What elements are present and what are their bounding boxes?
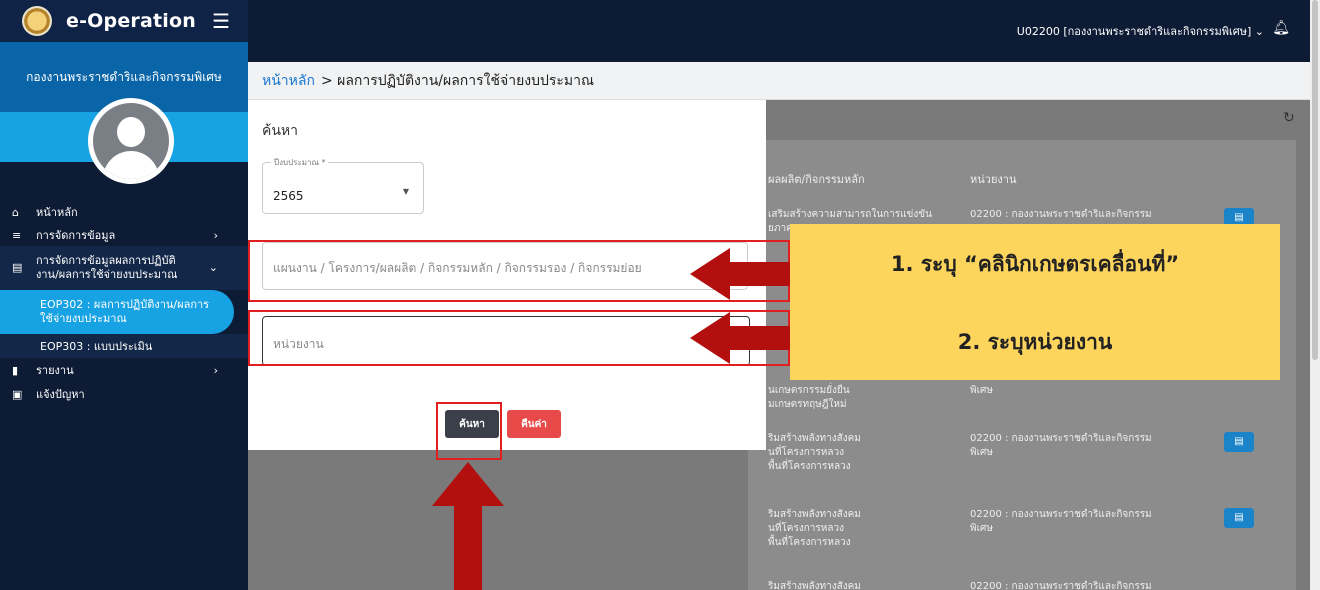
chevron-right-icon: › <box>213 363 218 377</box>
sidebar-item-label: การจัดการข้อมูล <box>36 229 116 242</box>
sidebar-item-label: EOP302 : ผลการปฏิบัติงาน/ผลการใช้จ่ายงบป… <box>40 298 210 325</box>
chevron-right-icon: › <box>213 228 218 242</box>
highlight-search-button <box>436 402 502 460</box>
sidebar: e-Operation ☰ กองงานพระราชดำริและกิจกรรม… <box>0 0 248 590</box>
sidebar-item-label: หน้าหลัก <box>36 206 78 219</box>
report-icon: ▮ <box>12 363 19 377</box>
caret-down-icon: ▼ <box>402 187 409 196</box>
scrollbar-thumb[interactable] <box>1312 0 1318 360</box>
logo <box>22 6 52 36</box>
bell-icon[interactable]: 🔔︎ <box>1272 20 1290 36</box>
sidebar-item-performance-data[interactable]: ▤ การจัดการข้อมูลผลการปฏิบัติงาน/ผลการใช… <box>0 246 248 290</box>
avatar <box>88 98 174 184</box>
annotation-note-2: 2. ระบุหน่วยงาน <box>790 304 1280 380</box>
breadcrumb-home[interactable]: หน้าหลัก <box>262 70 315 92</box>
year-select[interactable]: ปีงบประมาณ * 2565 ▼ <box>262 156 424 214</box>
scrollbar[interactable] <box>1310 0 1320 590</box>
sidebar-item-label: การจัดการข้อมูลผลการปฏิบัติงาน/ผลการใช้จ… <box>36 254 178 281</box>
user-name: U02200 [กองงานพระราชดำริและกิจกรรมพิเศษ] <box>1016 25 1252 38</box>
table-header: ผลผลิต/กิจกรรมหลัก <box>768 173 865 186</box>
sidebar-item-report-problem[interactable]: ▣ แจ้งปัญหา <box>0 382 248 406</box>
sidebar-menu: ⌂ หน้าหลัก ≡ การจัดการข้อมูล › ▤ การจัดก… <box>0 200 248 406</box>
sidebar-item-report[interactable]: ▮ รายงาน › <box>0 358 248 382</box>
sidebar-item-data-management[interactable]: ≡ การจัดการข้อมูล › <box>0 224 248 246</box>
sidebar-item-label: รายงาน <box>36 364 74 377</box>
top-bar: U02200 [กองงานพระราชดำริและกิจกรรมพิเศษ]… <box>248 0 1310 62</box>
sidebar-item-label: EOP303 : แบบประเมิน <box>40 340 153 353</box>
avatar-band <box>0 98 248 184</box>
sidebar-item-eop302[interactable]: EOP302 : ผลการปฏิบัติงาน/ผลการใช้จ่ายงบป… <box>0 290 234 334</box>
breadcrumb-current: > ผลการปฏิบัติงาน/ผลการใช้จ่ายงบประมาณ <box>320 72 594 89</box>
table-header: หน่วยงาน <box>970 173 1017 186</box>
search-panel-title: ค้นหา <box>262 123 299 139</box>
chevron-down-icon: ⌄ <box>208 261 218 274</box>
year-label: ปีงบประมาณ * <box>271 156 329 169</box>
arrow-left-icon <box>690 312 790 364</box>
annotation-arrow-up <box>432 462 504 590</box>
list-icon: ≡ <box>12 228 22 242</box>
home-icon: ⌂ <box>12 205 19 219</box>
document-icon: ▤ <box>12 261 23 274</box>
refresh-icon[interactable]: ↻ <box>1283 110 1295 126</box>
year-value: 2565 <box>273 189 304 203</box>
annotation-note-1: 1. ระบุ “คลินิกเกษตรเคลื่อนที่” <box>790 224 1280 304</box>
menu-icon[interactable]: ☰ <box>212 9 230 33</box>
sidebar-header: e-Operation ☰ <box>0 0 248 42</box>
annotation-arrows <box>690 248 790 364</box>
clipboard-icon[interactable]: ▤ <box>1224 432 1254 452</box>
brand-name: e-Operation <box>66 10 196 32</box>
user-menu[interactable]: U02200 [กองงานพระราชดำริและกิจกรรมพิเศษ]… <box>1017 22 1264 40</box>
clipboard-icon[interactable]: ▤ <box>1224 508 1254 528</box>
screen: e-Operation ☰ กองงานพระราชดำริและกิจกรรม… <box>0 0 1320 590</box>
arrow-up-icon <box>432 462 504 590</box>
reset-button[interactable]: คืนค่า <box>507 410 561 438</box>
sidebar-item-eop303[interactable]: EOP303 : แบบประเมิน <box>0 334 248 358</box>
sidebar-item-label: แจ้งปัญหา <box>36 388 85 401</box>
sidebar-item-home[interactable]: ⌂ หน้าหลัก <box>0 200 248 224</box>
message-icon: ▣ <box>12 387 23 401</box>
breadcrumb: หน้าหลัก > ผลการปฏิบัติงาน/ผลการใช้จ่ายง… <box>248 62 1310 100</box>
arrow-left-icon <box>690 248 790 300</box>
chevron-down-icon: ⌄ <box>1254 25 1264 38</box>
